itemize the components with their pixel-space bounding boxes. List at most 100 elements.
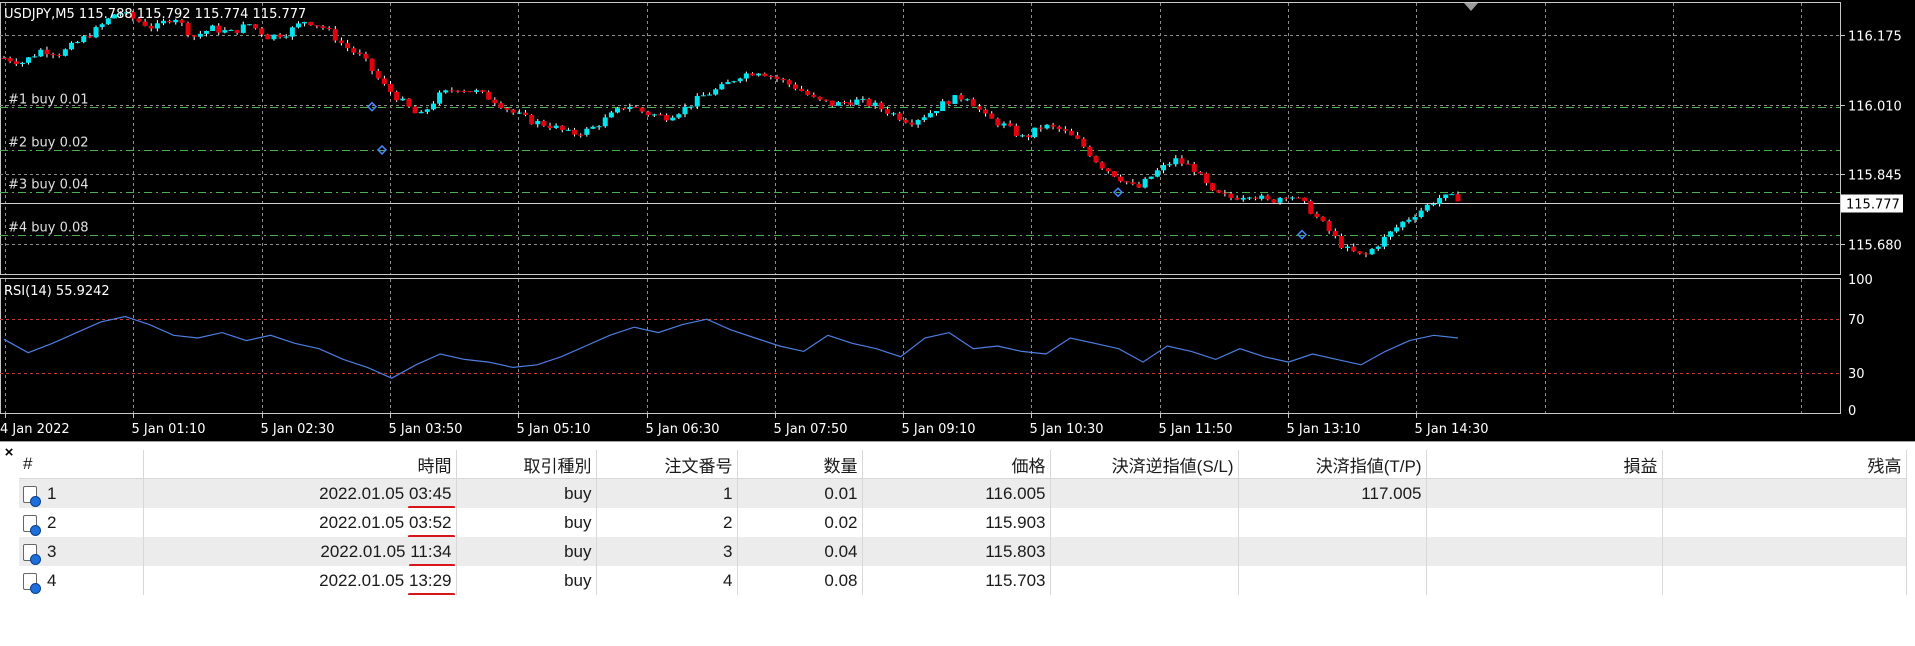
candle-bull [553, 125, 559, 129]
order-line-label: #2 buy 0.02 [8, 136, 89, 151]
candle-bear [903, 119, 909, 123]
col-header-profit[interactable]: 損益 [1426, 450, 1663, 479]
candle-bull [608, 112, 614, 118]
table-row[interactable]: 4 2022.01.05 13:29 buy 4 0.08 115.703 [19, 566, 1907, 595]
candle-bull [1412, 217, 1418, 220]
candle-bear [381, 78, 387, 84]
candle-bull [1430, 204, 1436, 206]
candle-bear [1326, 221, 1332, 232]
main-pane-border [0, 2, 1841, 275]
candle-bull [590, 126, 596, 129]
terminal-panel: × # 時間 取引種別 注文番号 数量 価格 決済逆指値(S/L) 決済指値(T… [0, 441, 1915, 646]
table-row[interactable]: 1 2022.01.05 03:45 buy 1 0.01 116.005 11… [19, 478, 1907, 508]
table-row[interactable]: 3 2022.01.05 11:34 buy 3 0.04 115.803 [19, 537, 1907, 566]
candle-bear [878, 102, 884, 110]
candle-bull [1449, 194, 1455, 196]
order-number: 3 [596, 537, 738, 566]
candle-bear [1234, 197, 1240, 200]
rsi-axis-label: 0 [1848, 404, 1856, 419]
candle-bear [970, 99, 976, 107]
col-header-num[interactable]: # [19, 450, 144, 479]
order-profit [1426, 508, 1663, 537]
order-number: 4 [596, 566, 738, 595]
candle-bear [412, 106, 418, 114]
candle-bull [246, 24, 252, 26]
candle-bear [326, 27, 332, 30]
time-underline [409, 563, 455, 566]
order-type: buy [456, 566, 597, 595]
order-line-label: #3 buy 0.04 [8, 178, 89, 193]
chart-canvas[interactable]: #1 buy 0.01 #2 buy 0.02 #3 buy 0.04 #4 buy … [0, 0, 1915, 441]
candle-bull [197, 33, 203, 37]
candle-bull [934, 111, 940, 114]
candle-bear [1191, 164, 1197, 172]
candle-bull [1044, 124, 1050, 129]
col-header-price[interactable]: 価格 [862, 450, 1051, 479]
candle-bear [277, 34, 283, 38]
candle-bull [62, 49, 68, 56]
candle-bear [897, 113, 903, 120]
order-entry-marker [366, 101, 378, 112]
candle-bull [1032, 127, 1038, 138]
order-tp [1238, 566, 1427, 595]
candle-bear [522, 112, 528, 115]
candle-bear [394, 91, 400, 101]
candle-bull [713, 89, 719, 95]
candle-bear [1265, 195, 1271, 200]
candle-bull [584, 128, 590, 135]
order-number: 1 [596, 478, 738, 508]
candle-bear [1075, 135, 1081, 139]
candle-bull [210, 25, 216, 32]
col-header-time[interactable]: 時間 [143, 450, 457, 479]
candle-bull [228, 29, 234, 31]
order-time: 11:34 [410, 541, 452, 561]
candle-bull [676, 114, 682, 118]
candle-bull [565, 129, 571, 131]
col-header-tp[interactable]: 決済指値(T/P) [1238, 450, 1427, 479]
candle-bear [191, 35, 197, 37]
candle-bull [891, 113, 897, 115]
order-price: 116.005 [862, 478, 1051, 508]
candle-bear [1099, 162, 1105, 169]
price-chart[interactable]: #1 buy 0.01 #2 buy 0.02 #3 buy 0.04 #4 buy … [0, 0, 1915, 441]
col-header-type[interactable]: 取引種別 [456, 450, 597, 479]
candle-bear [1185, 163, 1191, 165]
rsi-pane-border [0, 278, 1841, 414]
candle-bull [854, 99, 860, 105]
candle-bear [351, 48, 357, 53]
col-header-order[interactable]: 注文番号 [596, 450, 738, 479]
candle-bull [68, 42, 74, 50]
candle-bear [1124, 181, 1130, 183]
close-icon[interactable]: × [2, 445, 16, 460]
order-icon [23, 514, 41, 536]
candle-bear [406, 98, 412, 107]
candle-bear [363, 53, 369, 59]
candle-bear [848, 102, 854, 105]
candle-bear [44, 49, 50, 55]
col-header-volume[interactable]: 数量 [737, 450, 863, 479]
candle-bull [424, 109, 430, 112]
candle-bear [823, 99, 829, 101]
order-profit [1426, 478, 1663, 508]
col-header-balance[interactable]: 残高 [1662, 450, 1907, 479]
col-header-sl[interactable]: 決済逆指値(S/L) [1050, 450, 1239, 479]
order-tp [1238, 537, 1427, 566]
candle-bear [357, 52, 363, 54]
candle-bear [510, 109, 516, 113]
candle-bull [1167, 164, 1173, 166]
candle-bear [1320, 216, 1326, 222]
candle-bull [400, 98, 406, 101]
candle-bear [7, 58, 13, 62]
candle-bear [1455, 194, 1461, 202]
candle-bull [627, 106, 633, 109]
order-time: 03:45 [408, 483, 452, 503]
table-row[interactable]: 2 2022.01.05 03:52 buy 2 0.02 115.903 [19, 508, 1907, 537]
order-time: 03:52 [408, 512, 452, 532]
order-time: 13:29 [408, 570, 452, 590]
candle-bear [768, 76, 774, 78]
candle-bear [1295, 197, 1301, 199]
candle-bear [749, 73, 755, 76]
candle-bull [26, 57, 32, 63]
candle-bear [56, 55, 62, 57]
order-price: 115.903 [862, 508, 1051, 537]
